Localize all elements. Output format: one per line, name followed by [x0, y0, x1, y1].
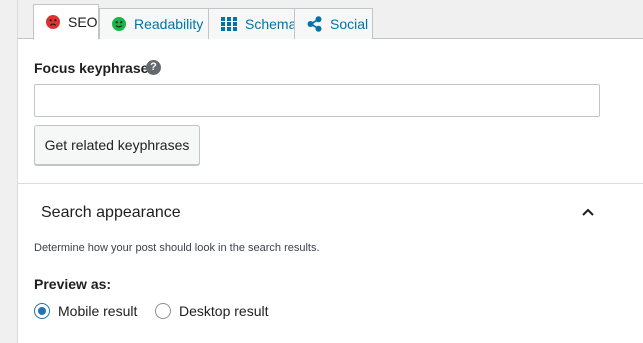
smiley-face-icon	[112, 17, 126, 31]
mobile-result-option[interactable]: Mobile result	[34, 303, 137, 319]
desktop-result-option[interactable]: Desktop result	[155, 303, 268, 319]
section-divider	[18, 183, 643, 184]
desktop-result-radio[interactable]	[155, 303, 171, 319]
focus-keyphrase-label: Focus keyphrase	[34, 60, 149, 76]
tab-social-label: Social	[330, 16, 369, 32]
grid-icon	[221, 17, 237, 31]
search-appearance-description: Determine how your post should look in t…	[34, 242, 320, 254]
mobile-result-radio[interactable]	[34, 303, 50, 319]
sad-face-icon	[46, 15, 60, 29]
tab-schema-label: Schema	[245, 16, 297, 32]
tab-readability-label: Readability	[134, 16, 204, 32]
tab-seo[interactable]: SEO	[33, 4, 99, 40]
preview-as-label: Preview as:	[34, 276, 112, 292]
share-icon	[307, 16, 322, 32]
search-appearance-title[interactable]: Search appearance	[41, 204, 181, 222]
tab-readability[interactable]: Readability	[99, 8, 209, 39]
chevron-up-icon[interactable]	[580, 205, 596, 224]
desktop-result-label[interactable]: Desktop result	[179, 303, 268, 319]
tab-schema[interactable]: Schema	[208, 8, 297, 39]
focus-keyphrase-input[interactable]	[34, 84, 600, 117]
tab-seo-label: SEO	[68, 14, 98, 30]
get-related-keyphrases-button[interactable]: Get related keyphrases	[34, 125, 200, 165]
help-icon[interactable]: ?	[146, 60, 161, 75]
mobile-result-label[interactable]: Mobile result	[58, 303, 137, 319]
tab-social[interactable]: Social	[294, 8, 373, 39]
